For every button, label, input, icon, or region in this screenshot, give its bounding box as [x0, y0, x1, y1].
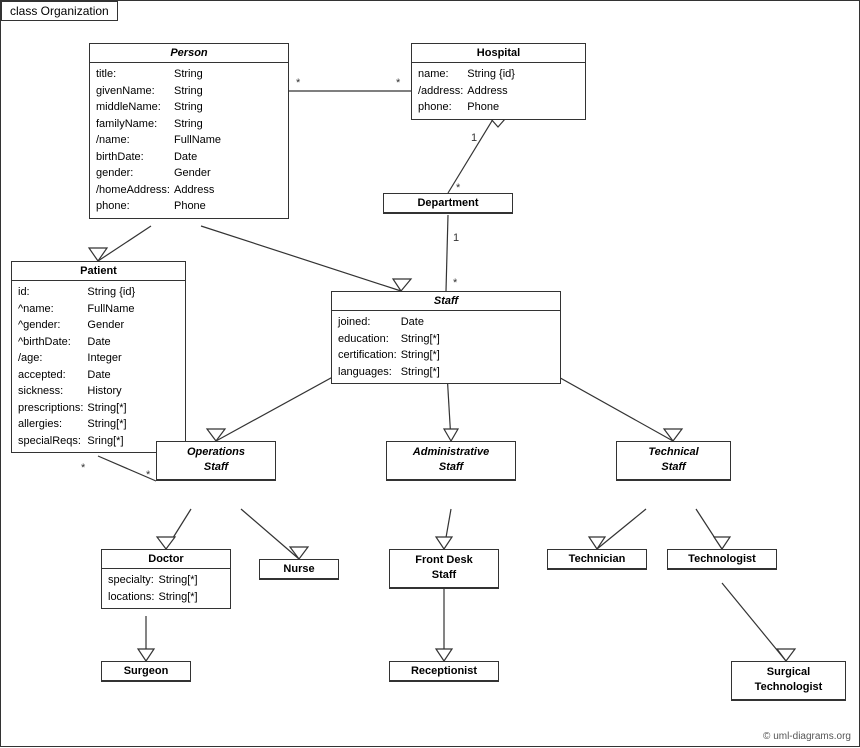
class-patient-body: id:String {id} ^name:FullName ^gender:Ge…: [12, 281, 185, 452]
svg-text:*: *: [453, 277, 458, 289]
svg-text:1: 1: [453, 232, 459, 244]
svg-text:1: 1: [471, 132, 477, 144]
class-staff-body: joined:Date education:String[*] certific…: [332, 311, 560, 383]
class-doctor: Doctor specialty:String[*] locations:Str…: [101, 549, 231, 609]
class-surgical-technologist-header: SurgicalTechnologist: [732, 662, 845, 700]
svg-text:*: *: [296, 77, 301, 89]
class-person-body: title:String givenName:String middleName…: [90, 63, 288, 218]
class-technologist-header: Technologist: [668, 550, 776, 569]
class-person-header: Person: [90, 44, 288, 63]
copyright: © uml-diagrams.org: [763, 731, 851, 742]
class-doctor-header: Doctor: [102, 550, 230, 569]
svg-text:*: *: [81, 462, 86, 474]
class-receptionist: Receptionist: [389, 661, 499, 682]
class-technical-staff-header: TechnicalStaff: [617, 442, 730, 480]
class-hospital-header: Hospital: [412, 44, 585, 63]
class-technologist: Technologist: [667, 549, 777, 570]
class-technician: Technician: [547, 549, 647, 570]
diagram-container: class Organization * * 1 * 1: [0, 0, 860, 747]
class-patient-header: Patient: [12, 262, 185, 281]
class-department-header: Department: [384, 194, 512, 213]
class-hospital-body: name:String {id} /address:Address phone:…: [412, 63, 585, 119]
class-doctor-body: specialty:String[*] locations:String[*]: [102, 569, 230, 608]
class-staff: Staff joined:Date education:String[*] ce…: [331, 291, 561, 384]
class-operations-staff: OperationsStaff: [156, 441, 276, 481]
class-front-desk-staff-header: Front DeskStaff: [390, 550, 498, 588]
svg-text:*: *: [396, 77, 401, 89]
class-operations-staff-header: OperationsStaff: [157, 442, 275, 480]
class-nurse-header: Nurse: [260, 560, 338, 579]
class-surgeon-header: Surgeon: [102, 662, 190, 681]
class-nurse: Nurse: [259, 559, 339, 580]
class-receptionist-header: Receptionist: [390, 662, 498, 681]
class-staff-header: Staff: [332, 292, 560, 311]
class-surgical-technologist: SurgicalTechnologist: [731, 661, 846, 701]
class-administrative-staff-header: AdministrativeStaff: [387, 442, 515, 480]
class-patient: Patient id:String {id} ^name:FullName ^g…: [11, 261, 186, 453]
class-hospital: Hospital name:String {id} /address:Addre…: [411, 43, 586, 120]
class-surgeon: Surgeon: [101, 661, 191, 682]
class-technical-staff: TechnicalStaff: [616, 441, 731, 481]
class-front-desk-staff: Front DeskStaff: [389, 549, 499, 589]
svg-text:*: *: [146, 469, 151, 481]
diagram-title: class Organization: [1, 1, 118, 21]
class-department: Department: [383, 193, 513, 214]
class-person: Person title:String givenName:String mid…: [89, 43, 289, 219]
class-administrative-staff: AdministrativeStaff: [386, 441, 516, 481]
class-technician-header: Technician: [548, 550, 646, 569]
